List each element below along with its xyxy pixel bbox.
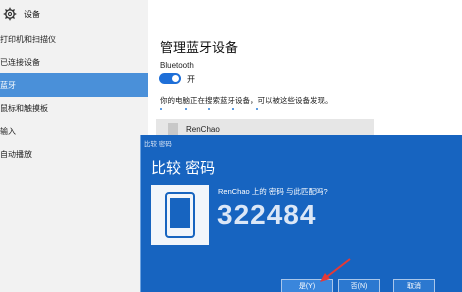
cancel-button[interactable]: 取消: [393, 279, 435, 292]
progress-dot: [208, 108, 210, 110]
searching-progress-dots: [160, 108, 280, 112]
gear-icon: [3, 7, 17, 21]
dialog-titlebar: 比较 密码: [141, 135, 462, 149]
progress-dot: [160, 108, 162, 110]
sidebar-item-autoplay[interactable]: 自动播放: [0, 142, 148, 166]
bluetooth-toggle[interactable]: [159, 73, 181, 84]
sidebar-item-connected-devices[interactable]: 已连接设备: [0, 50, 148, 74]
toggle-state-text: 开: [187, 75, 195, 84]
dialog-message: RenChao 上的 密码 与此匹配吗?: [218, 187, 328, 196]
sidebar-item-label: 输入: [0, 126, 16, 136]
device-name: RenChao: [186, 125, 220, 134]
phone-illustration: [151, 185, 209, 245]
progress-dot: [232, 108, 234, 110]
search-status-text: 你的电脑正在搜索蓝牙设备，可以被这些设备发现。: [160, 96, 333, 105]
sidebar-item-label: 自动播放: [0, 149, 32, 159]
sidebar-item-label: 鼠标和触摸板: [0, 103, 48, 113]
sidebar-item-typing[interactable]: 输入: [0, 119, 148, 143]
dialog-window-title: 比较 密码: [144, 141, 172, 148]
page-title: 管理蓝牙设备: [160, 40, 239, 55]
progress-dot: [185, 108, 187, 110]
dialog-heading: 比较 密码: [151, 160, 216, 177]
progress-dot: [256, 108, 258, 110]
sidebar-item-label: 打印机和扫描仪: [0, 34, 56, 44]
sidebar-item-bluetooth[interactable]: 蓝牙: [0, 73, 148, 97]
sidebar-item-label: 蓝牙: [0, 80, 16, 90]
sidebar-item-printers[interactable]: 打印机和扫描仪: [0, 27, 148, 51]
sidebar-header: 设备: [0, 0, 148, 30]
compare-passcode-dialog: 比较 密码 比较 密码 RenChao 上的 密码 与此匹配吗? 322484 …: [140, 135, 462, 292]
toggle-knob: [172, 75, 179, 82]
sidebar-item-mouse-touchpad[interactable]: 鼠标和触摸板: [0, 96, 148, 120]
annotation-arrow-icon: [320, 258, 351, 282]
sidebar: 设备 打印机和扫描仪 已连接设备 蓝牙 鼠标和触摸板 输入 自动播放: [0, 0, 148, 292]
settings-window: 设备 打印机和扫描仪 已连接设备 蓝牙 鼠标和触摸板 输入 自动播放 管理蓝牙设…: [0, 0, 462, 292]
passcode-value: 322484: [217, 199, 317, 230]
phone-icon: [165, 192, 195, 238]
sidebar-item-label: 已连接设备: [0, 57, 40, 67]
sidebar-title: 设备: [24, 10, 40, 19]
bluetooth-label: Bluetooth: [160, 61, 194, 70]
